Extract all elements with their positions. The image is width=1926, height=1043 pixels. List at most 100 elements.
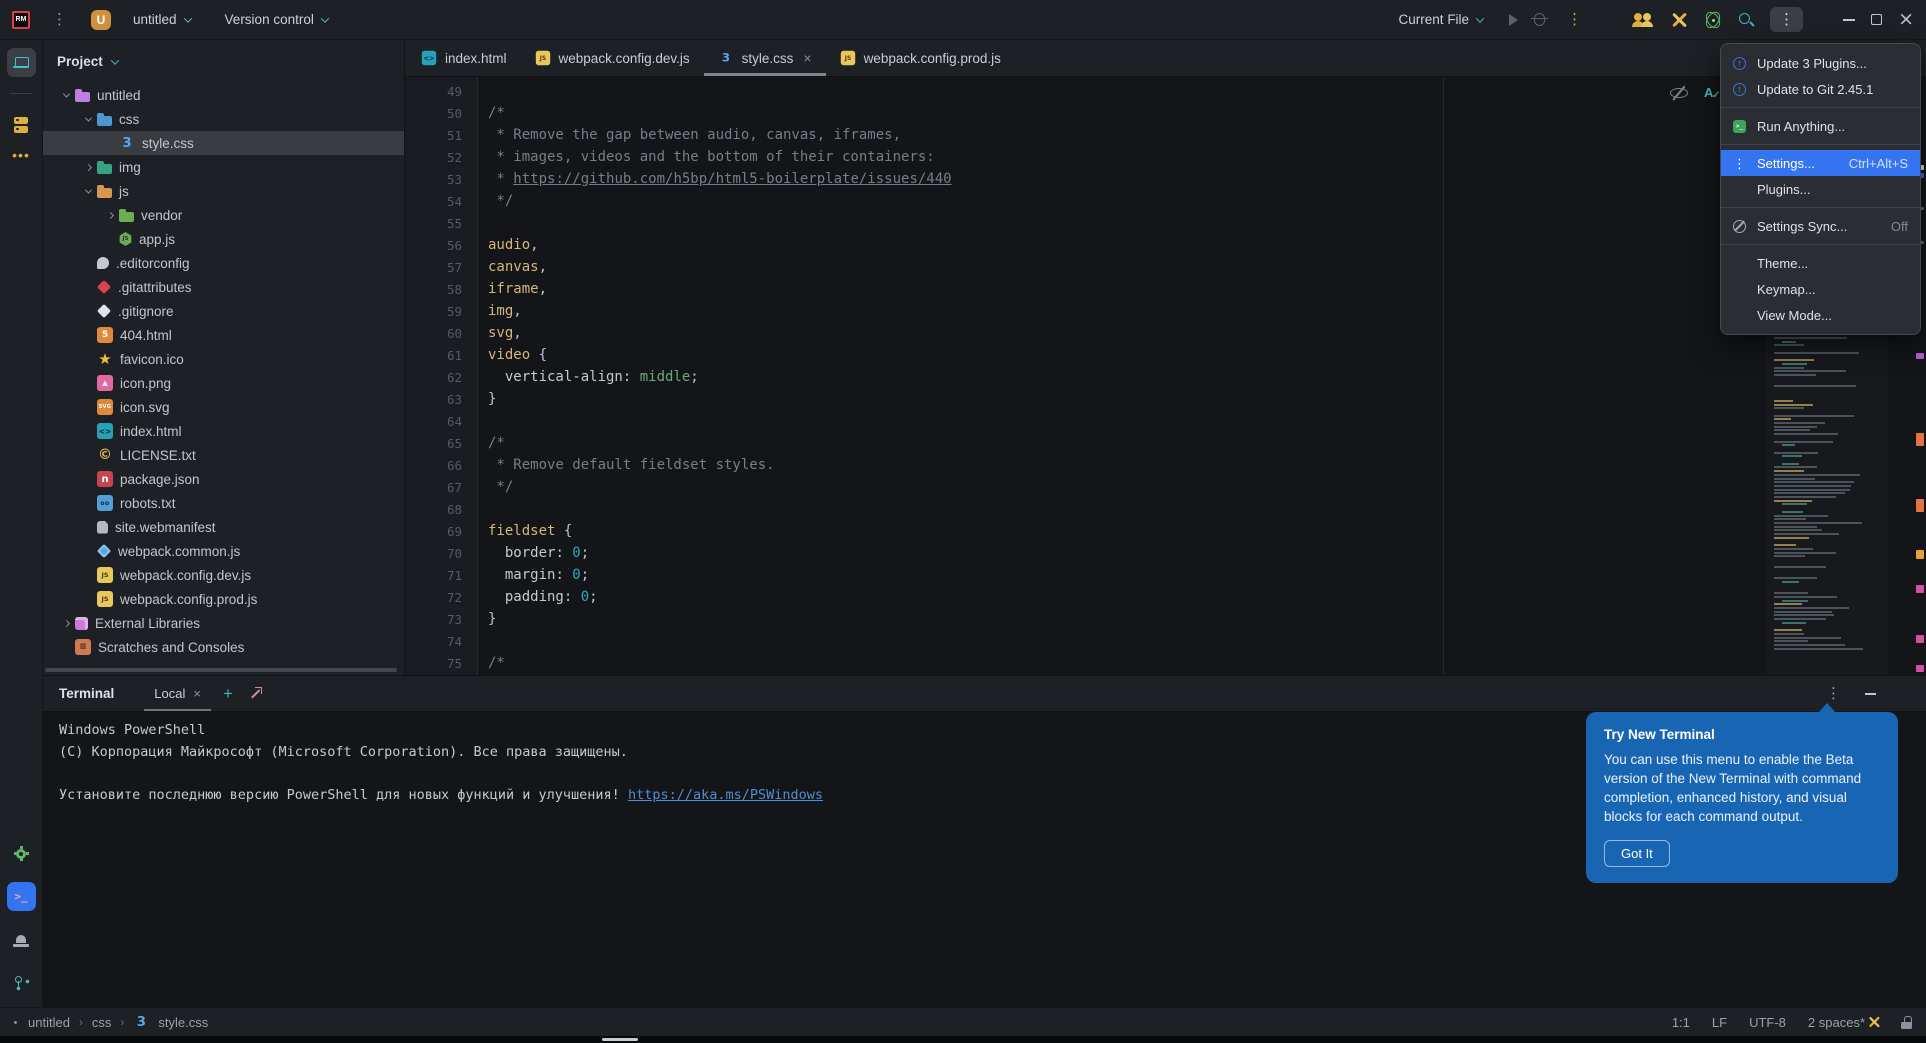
code-with-me-icon[interactable]: [1634, 13, 1654, 27]
code-line-62[interactable]: 62 vertical-align: middle;: [405, 366, 1926, 388]
caret-position[interactable]: 1:1: [1672, 1015, 1690, 1030]
menu-item-view-mode[interactable]: View Mode...: [1721, 302, 1920, 328]
menu-item-plugins[interactable]: Plugins...: [1721, 176, 1920, 202]
tree-item--gitignore[interactable]: .gitignore: [43, 299, 404, 323]
code-line-58[interactable]: 58iframe,: [405, 278, 1926, 300]
code-line-55[interactable]: 55: [405, 212, 1926, 234]
more-options-icon[interactable]: ⋮: [1770, 7, 1803, 32]
tree-item-css[interactable]: css: [43, 107, 404, 131]
code-line-68[interactable]: 68: [405, 498, 1926, 520]
chevron-down-icon[interactable]: [57, 93, 75, 98]
inspections-ok-icon[interactable]: A✓: [1704, 85, 1713, 100]
chevron-right-icon[interactable]: [79, 165, 97, 170]
main-menu-icon[interactable]: ⋮: [46, 8, 73, 31]
tree-item-icon-png[interactable]: ▲icon.png: [43, 371, 404, 395]
editor[interactable]: 4950/*51 * Remove the gap between audio,…: [405, 77, 1926, 675]
tree-item-package-json[interactable]: npackage.json: [43, 467, 404, 491]
terminal-link[interactable]: https://aka.ms/PSWindows: [628, 787, 823, 803]
stripe-mark[interactable]: [1916, 433, 1924, 446]
code-line-63[interactable]: 63}: [405, 388, 1926, 410]
code-line-53[interactable]: 53 * https://github.com/h5bp/html5-boile…: [405, 168, 1926, 190]
code-line-69[interactable]: 69fieldset {: [405, 520, 1926, 542]
got-it-button[interactable]: Got It: [1604, 840, 1670, 867]
terminal-tab-local[interactable]: Local ×: [144, 676, 211, 711]
code-line-56[interactable]: 56audio,: [405, 234, 1926, 256]
user-avatar[interactable]: U: [91, 10, 111, 30]
tree-item-robots-txt[interactable]: oorobots.txt: [43, 491, 404, 515]
tree-item--editorconfig[interactable]: .editorconfig: [43, 251, 404, 275]
code-line-65[interactable]: 65/*: [405, 432, 1926, 454]
line-separator[interactable]: LF: [1712, 1015, 1727, 1030]
project-horizontal-scrollbar[interactable]: [45, 668, 397, 672]
chevron-right-icon[interactable]: [101, 213, 119, 218]
code-line-73[interactable]: 73}: [405, 608, 1926, 630]
code-line-50[interactable]: 50/*: [405, 102, 1926, 124]
stripe-mark[interactable]: [1916, 550, 1924, 559]
tree-item-favicon-ico[interactable]: ★favicon.ico: [43, 347, 404, 371]
debug-icon[interactable]: [1534, 13, 1545, 26]
git-toolwindow-button[interactable]: [7, 968, 36, 997]
tree-item-style-css[interactable]: 3style.css: [43, 131, 404, 155]
more-toolwindows-icon[interactable]: •••: [12, 153, 30, 159]
menu-item-theme[interactable]: Theme...: [1721, 250, 1920, 276]
code-line-70[interactable]: 70 border: 0;: [405, 542, 1926, 564]
code-line-52[interactable]: 52 * images, videos and the bottom of th…: [405, 146, 1926, 168]
tree-item-webpack-common-js[interactable]: webpack.common.js: [43, 539, 404, 563]
tree-item-index-html[interactable]: <>index.html: [43, 419, 404, 443]
editor-tab-index-html[interactable]: <>index.html: [407, 40, 521, 76]
window-maximize-button[interactable]: [1871, 14, 1882, 25]
run-config-selector[interactable]: Current File: [1389, 6, 1494, 33]
code-line-67[interactable]: 67 */: [405, 476, 1926, 498]
vcs-widget[interactable]: Version control: [215, 6, 338, 33]
problems-toolwindow-button[interactable]: [7, 925, 36, 954]
tree-item-icon-svg[interactable]: SVGicon.svg: [43, 395, 404, 419]
code-line-59[interactable]: 59img,: [405, 300, 1926, 322]
indent-widget[interactable]: 2 spaces*: [1808, 1014, 1879, 1030]
code-area[interactable]: 4950/*51 * Remove the gap between audio,…: [405, 80, 1926, 674]
tree-item-license-txt[interactable]: ©LICENSE.txt: [43, 443, 404, 467]
code-line-51[interactable]: 51 * Remove the gap between audio, canva…: [405, 124, 1926, 146]
hide-terminal-icon[interactable]: [1865, 693, 1876, 695]
terminal-toolwindow-button[interactable]: >_: [7, 882, 36, 911]
terminal-options-icon[interactable]: ⋮: [1820, 682, 1847, 705]
tools-icon[interactable]: [1670, 12, 1688, 28]
editor-tab-webpack-config-dev-js[interactable]: JSwebpack.config.dev.js: [521, 40, 704, 76]
highlighting-eye-icon[interactable]: [1670, 87, 1688, 99]
stripe-mark[interactable]: [1916, 499, 1924, 512]
code-line-74[interactable]: 74: [405, 630, 1926, 652]
chevron-down-icon[interactable]: [79, 117, 97, 122]
tree-item-webpack-config-prod-js[interactable]: JSwebpack.config.prod.js: [43, 587, 404, 611]
plugin-icon[interactable]: [1704, 12, 1722, 28]
code-line-54[interactable]: 54 */: [405, 190, 1926, 212]
stripe-mark[interactable]: [1916, 635, 1924, 643]
settings-button[interactable]: [7, 839, 36, 868]
menu-item-settings-sync[interactable]: Settings Sync...Off: [1721, 213, 1920, 239]
tree-item-app-js[interactable]: JSapp.js: [43, 227, 404, 251]
menu-item-update-to-git-2-45-1[interactable]: ↑Update to Git 2.45.1: [1721, 76, 1920, 102]
search-icon[interactable]: [1738, 12, 1754, 28]
code-line-64[interactable]: 64: [405, 410, 1926, 432]
code-line-61[interactable]: 61video {: [405, 344, 1926, 366]
menu-item-keymap[interactable]: Keymap...: [1721, 276, 1920, 302]
terminal-panel-title[interactable]: Terminal: [59, 686, 114, 701]
tree-item-webpack-config-dev-js[interactable]: JSwebpack.config.dev.js: [43, 563, 404, 587]
tree-item-external-libraries[interactable]: External Libraries: [43, 611, 404, 635]
run-more-icon[interactable]: ⋮: [1561, 8, 1588, 31]
chevron-down-icon[interactable]: [79, 189, 97, 194]
stripe-mark[interactable]: [1916, 665, 1924, 672]
menu-item-settings[interactable]: ⋮Settings...Ctrl+Alt+S: [1721, 150, 1920, 176]
code-line-71[interactable]: 71 margin: 0;: [405, 564, 1926, 586]
code-line-75[interactable]: 75/*: [405, 652, 1926, 674]
tree-item-js[interactable]: js: [43, 179, 404, 203]
tree-item--gitattributes[interactable]: .gitattributes: [43, 275, 404, 299]
project-panel-header[interactable]: Project: [43, 46, 404, 77]
tree-item-scratches-and-consoles[interactable]: ≡Scratches and Consoles: [43, 635, 404, 659]
tree-item-img[interactable]: img: [43, 155, 404, 179]
code-line-57[interactable]: 57canvas,: [405, 256, 1926, 278]
editor-tab-webpack-config-prod-js[interactable]: JSwebpack.config.prod.js: [826, 40, 1015, 76]
tree-item-vendor[interactable]: vendor: [43, 203, 404, 227]
menu-item-update-3-plugins[interactable]: ↑Update 3 Plugins...: [1721, 50, 1920, 76]
close-icon[interactable]: ×: [193, 686, 201, 701]
tree-item-untitled[interactable]: untitled: [43, 83, 404, 107]
code-line-72[interactable]: 72 padding: 0;: [405, 586, 1926, 608]
